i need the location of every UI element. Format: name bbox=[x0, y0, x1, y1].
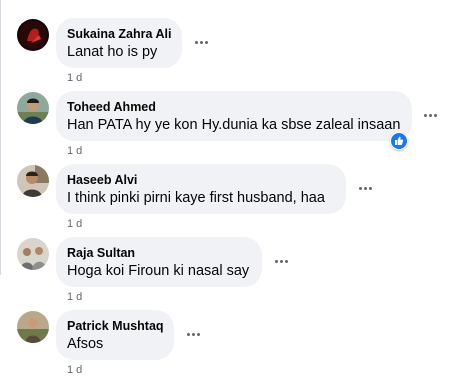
comment-author[interactable]: Sukaina Zahra Ali bbox=[67, 26, 171, 42]
comment-author[interactable]: Toheed Ahmed bbox=[67, 99, 400, 115]
dot-icon bbox=[194, 40, 198, 44]
dot-icon bbox=[199, 40, 203, 44]
dot-icon bbox=[423, 113, 427, 117]
comment-author[interactable]: Patrick Mushtaq bbox=[67, 318, 164, 334]
avatar[interactable] bbox=[17, 238, 49, 270]
dot-icon bbox=[358, 186, 362, 190]
dot-icon bbox=[363, 186, 367, 190]
avatar[interactable] bbox=[17, 165, 49, 197]
dot-icon bbox=[191, 332, 195, 336]
comment-text: Afsos bbox=[67, 336, 104, 352]
comment-bubble: Sukaina Zahra Ali Lanat ho is py bbox=[56, 18, 182, 68]
comment-author[interactable]: Raja Sultan bbox=[67, 245, 250, 261]
comment-bubble: Raja Sultan Hoga koi Firoun ki nasal say bbox=[56, 237, 262, 287]
reaction-count[interactable] bbox=[390, 132, 408, 150]
person-indoor-avatar-icon bbox=[17, 165, 49, 197]
dot-icon bbox=[284, 259, 288, 263]
dot-icon bbox=[196, 332, 200, 336]
comment-timestamp[interactable]: 1 d bbox=[67, 144, 82, 158]
thread-divider bbox=[0, 0, 1, 275]
dot-icon bbox=[368, 186, 372, 190]
comment-author[interactable]: Haseeb Alvi bbox=[67, 172, 334, 188]
comment-timestamp[interactable]: 1 d bbox=[67, 290, 82, 304]
comment-text: Lanat ho is py bbox=[67, 44, 158, 60]
comment-timestamp[interactable]: 1 d bbox=[67, 71, 82, 85]
comment-timestamp[interactable]: 1 d bbox=[67, 217, 82, 231]
comment-bubble: Haseeb Alvi I think pinki pirni kaye fir… bbox=[56, 164, 346, 214]
dot-icon bbox=[433, 113, 437, 117]
dot-icon bbox=[274, 259, 278, 263]
dot-icon bbox=[186, 332, 190, 336]
comment-bubble: Patrick Mushtaq Afsos bbox=[56, 310, 174, 360]
avatar[interactable] bbox=[17, 311, 49, 343]
dot-icon bbox=[279, 259, 283, 263]
person-outdoor-avatar-icon bbox=[17, 92, 49, 124]
comment-text: I think pinki pirni kaye first husband, … bbox=[67, 190, 325, 206]
group-photo-avatar-icon bbox=[17, 238, 49, 270]
more-options-button[interactable] bbox=[183, 324, 203, 344]
landscape-avatar-icon bbox=[17, 311, 49, 343]
comment-bubble: Toheed Ahmed Han PATA hy ye kon Hy.dunia… bbox=[56, 91, 412, 141]
comment-timestamp[interactable]: 1 d bbox=[67, 363, 82, 377]
more-options-button[interactable] bbox=[271, 251, 291, 271]
avatar[interactable] bbox=[17, 92, 49, 124]
dot-icon bbox=[204, 40, 208, 44]
like-icon bbox=[391, 133, 407, 149]
more-options-button[interactable] bbox=[420, 105, 440, 125]
more-options-button[interactable] bbox=[355, 178, 375, 198]
avatar[interactable] bbox=[17, 19, 49, 51]
dark-red-profile-avatar-icon bbox=[17, 19, 49, 51]
comment-text: Hoga koi Firoun ki nasal say bbox=[67, 263, 250, 279]
more-options-button[interactable] bbox=[191, 32, 211, 52]
dot-icon bbox=[428, 113, 432, 117]
comment-text: Han PATA hy ye kon Hy.dunia ka sbse zale… bbox=[67, 117, 401, 133]
